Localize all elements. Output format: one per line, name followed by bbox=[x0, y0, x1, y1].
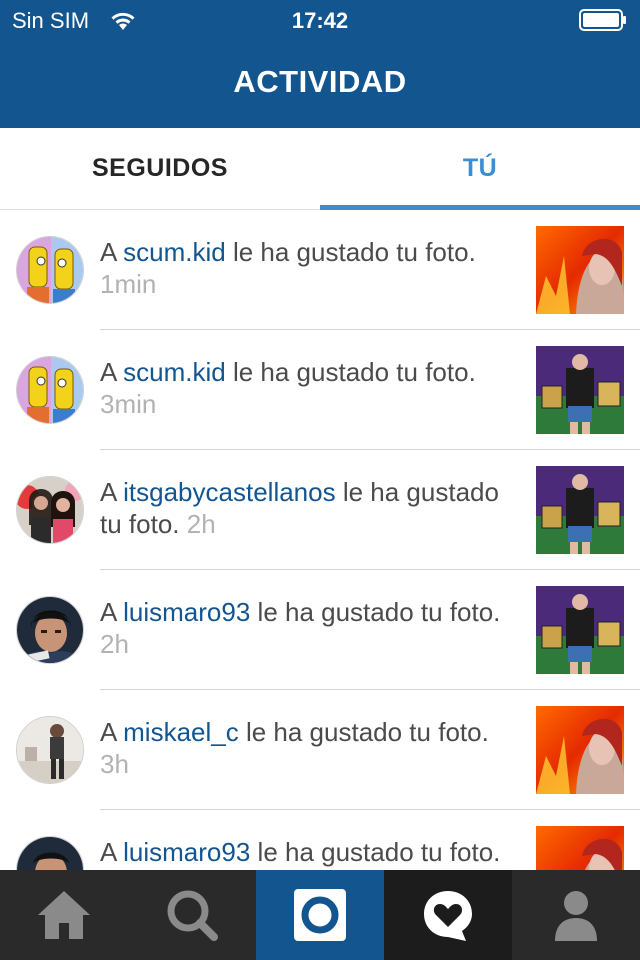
tab-news[interactable] bbox=[384, 870, 512, 960]
photo-thumbnail[interactable] bbox=[536, 466, 624, 554]
activity-text: A scum.kid le ha gustado tu foto. 1min bbox=[100, 236, 520, 300]
activity-tabs: SEGUIDOS TÚ bbox=[0, 128, 640, 210]
activity-message: le ha gustado tu foto. bbox=[238, 717, 489, 747]
list-item[interactable]: A scum.kid le ha gustado tu foto. 3min bbox=[0, 330, 640, 450]
username-link[interactable]: scum.kid bbox=[123, 237, 226, 267]
activity-message: le ha gustado tu foto. bbox=[225, 357, 476, 387]
tab-profile[interactable] bbox=[512, 870, 640, 960]
timestamp: 3min bbox=[100, 389, 157, 419]
activity-prefix: A bbox=[100, 477, 124, 507]
timestamp: 3h bbox=[100, 749, 129, 779]
activity-prefix: A bbox=[100, 717, 124, 747]
page-title: ACTIVIDAD bbox=[233, 64, 407, 99]
tab-camera[interactable] bbox=[256, 870, 384, 960]
avatar[interactable] bbox=[16, 356, 84, 424]
photo-thumbnail[interactable] bbox=[536, 586, 624, 674]
list-item[interactable]: A luismaro93 le ha gustado tu foto. 2h bbox=[0, 570, 640, 690]
tab-you[interactable]: TÚ bbox=[320, 128, 640, 210]
activity-message: le ha gustado tu foto. bbox=[250, 837, 501, 867]
activity-prefix: A bbox=[100, 357, 124, 387]
avatar[interactable] bbox=[16, 236, 84, 304]
photo-thumbnail[interactable] bbox=[536, 226, 624, 314]
header: Sin SIM 17:42 ACTIVIDAD bbox=[0, 0, 640, 128]
username-link[interactable]: scum.kid bbox=[123, 357, 226, 387]
clock: 17:42 bbox=[291, 8, 349, 33]
avatar[interactable] bbox=[16, 716, 84, 784]
list-item[interactable]: A scum.kid le ha gustado tu foto. 1min bbox=[0, 210, 640, 330]
list-item[interactable]: A itsgabycastellanos le ha gustado tu fo… bbox=[0, 450, 640, 570]
activity-prefix: A bbox=[100, 597, 124, 627]
photo-thumbnail[interactable] bbox=[536, 706, 624, 794]
list-item[interactable]: A luismaro93 le ha gustado tu foto. bbox=[0, 810, 640, 870]
activity-text: A luismaro93 le ha gustado tu foto. 2h bbox=[100, 596, 520, 660]
activity-text: A miskael_c le ha gustado tu foto. 3h bbox=[100, 716, 520, 780]
tab-search[interactable] bbox=[128, 870, 256, 960]
photo-thumbnail[interactable] bbox=[536, 826, 624, 870]
bottom-tab-bar bbox=[0, 870, 640, 960]
activity-prefix: A bbox=[100, 837, 124, 867]
timestamp: 2h bbox=[100, 629, 129, 659]
avatar[interactable] bbox=[16, 596, 84, 664]
avatar[interactable] bbox=[16, 476, 84, 544]
timestamp: 2h bbox=[186, 509, 216, 539]
avatar[interactable] bbox=[16, 836, 84, 870]
tab-home[interactable] bbox=[0, 870, 128, 960]
username-link[interactable]: miskael_c bbox=[123, 717, 239, 747]
activity-text: A itsgabycastellanos le ha gustado tu fo… bbox=[100, 476, 520, 540]
activity-prefix: A bbox=[100, 237, 124, 267]
list-item[interactable]: A miskael_c le ha gustado tu foto. 3h bbox=[0, 690, 640, 810]
activity-text: A luismaro93 le ha gustado tu foto. bbox=[100, 836, 520, 868]
username-link[interactable]: itsgabycastellanos bbox=[123, 477, 335, 507]
username-link[interactable]: luismaro93 bbox=[123, 837, 250, 867]
username-link[interactable]: luismaro93 bbox=[123, 597, 250, 627]
activity-text: A scum.kid le ha gustado tu foto. 3min bbox=[100, 356, 520, 420]
activity-feed[interactable]: A scum.kid le ha gustado tu foto. 1min A… bbox=[0, 210, 640, 870]
timestamp: 1min bbox=[100, 269, 157, 299]
status-bar: Sin SIM 17:42 bbox=[0, 0, 640, 40]
activity-message: le ha gustado tu foto. bbox=[250, 597, 501, 627]
battery-icon bbox=[579, 9, 627, 31]
photo-thumbnail[interactable] bbox=[536, 346, 624, 434]
tab-following[interactable]: SEGUIDOS bbox=[0, 128, 320, 210]
activity-message: le ha gustado tu foto. bbox=[225, 237, 476, 267]
